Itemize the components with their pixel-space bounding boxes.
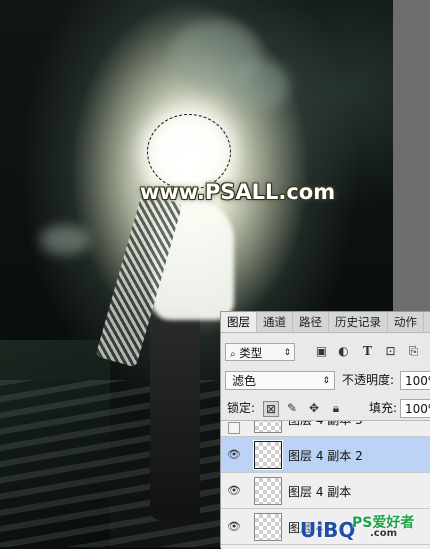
tab-channels[interactable]: 通道 (257, 312, 293, 332)
filter-kind-label: 类型 (239, 346, 263, 360)
type-filter-icon[interactable]: T (361, 345, 374, 358)
foliage-highlight (40, 225, 90, 255)
layer-thumbnail (253, 440, 283, 470)
smart-object-filter-icon[interactable]: ⎘ (407, 345, 420, 358)
site-logo-left: UiBQ (300, 518, 356, 542)
layer-name: 图层 4 副本 (288, 485, 352, 499)
panel-tab-bar: 图层 通道 路径 历史记录 动作 (221, 312, 430, 333)
shape-filter-icon[interactable]: ⊡ (384, 345, 397, 358)
lock-transparent-icon[interactable]: ⊠ (263, 401, 279, 417)
figure-legs (150, 310, 200, 520)
search-icon: ⌕ (230, 349, 236, 360)
layer-row-selected[interactable]: 👁︎ 图层 4 副本 2 (221, 437, 430, 473)
watermark-text: www.PSALL.com (140, 180, 336, 204)
tab-history[interactable]: 历史记录 (329, 312, 388, 332)
site-logo-sub: .com (370, 528, 398, 539)
adjustment-filter-icon[interactable]: ◐ (337, 345, 350, 358)
opacity-input[interactable]: 100% (400, 371, 430, 390)
layer-thumbnail (254, 513, 282, 541)
lock-row: 锁定: ⊠ ✎ ✥ 🔒︎ 填充: 100% (221, 399, 430, 421)
lock-paint-icon[interactable]: ✎ (285, 401, 299, 415)
opacity-label: 不透明度: (342, 373, 395, 387)
layer-name: 图层 4 副本 3 (288, 420, 363, 427)
layer-row[interactable]: 👁︎ 图层 4 副本 (221, 473, 430, 509)
visibility-toggle-off[interactable] (228, 422, 240, 434)
lock-position-icon[interactable]: ✥ (307, 401, 321, 415)
layer-filter-row: ⌕ 类型 ⇕ ▣ ◐ T ⊡ ⎘ (221, 343, 430, 365)
tab-paths[interactable]: 路径 (293, 312, 329, 332)
elliptical-selection-marquee[interactable] (147, 114, 231, 190)
blend-row: 滤色 ⇕ 不透明度: 100% (221, 371, 430, 393)
foliage-highlight (230, 60, 290, 110)
image-filter-icon[interactable]: ▣ (315, 345, 328, 358)
blend-mode-select[interactable]: 滤色 ⇕ (225, 371, 335, 390)
lock-label: 锁定: (227, 401, 256, 415)
fill-input[interactable]: 100% (400, 399, 430, 418)
tab-layers[interactable]: 图层 (221, 312, 257, 332)
tab-actions[interactable]: 动作 (388, 312, 424, 332)
lock-all-icon[interactable]: 🔒︎ (329, 401, 343, 415)
eye-icon[interactable]: 👁︎ (227, 485, 241, 497)
layer-thumbnail (254, 421, 282, 433)
eye-icon[interactable]: 👁︎ (227, 521, 241, 533)
filter-kind-select[interactable]: ⌕ 类型 ⇕ (225, 343, 295, 361)
layer-thumbnail (254, 477, 282, 505)
blend-mode-label: 滤色 (232, 374, 257, 388)
chevron-updown-icon: ⇕ (322, 376, 330, 386)
fill-label: 填充: (369, 401, 398, 415)
eye-icon[interactable]: 👁︎ (227, 449, 241, 461)
layer-row[interactable]: 图层 4 副本 3 (221, 420, 430, 437)
chevron-updown-icon: ⇕ (283, 348, 291, 358)
layer-name: 图层 4 副本 2 (288, 449, 363, 463)
